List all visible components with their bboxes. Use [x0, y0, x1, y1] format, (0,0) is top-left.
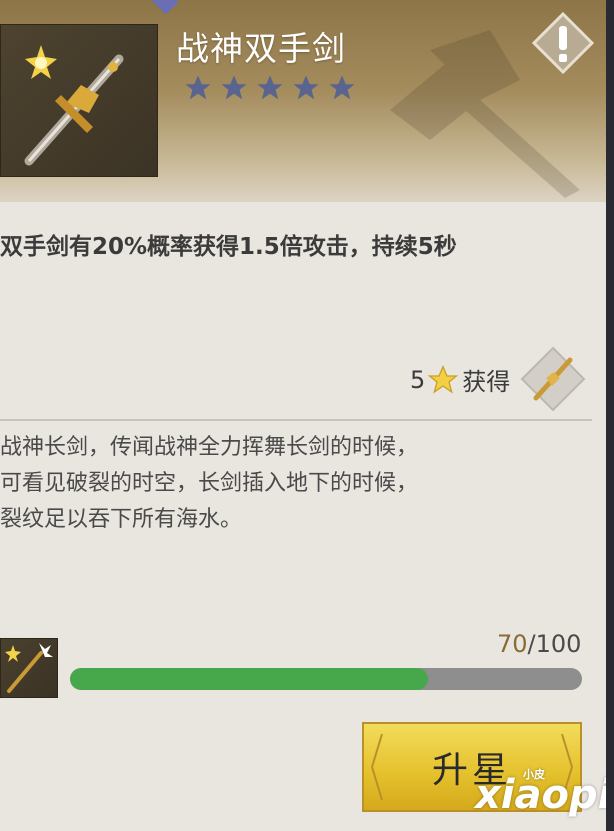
obtain-requirement: 5 获得 [410, 362, 510, 397]
obtain-label: 获得 [462, 368, 511, 396]
lore-line: 战神长剑，传闻战神全力挥舞长剑的时候， [0, 435, 419, 460]
rarity-stars [183, 73, 357, 103]
star-icon [185, 75, 211, 100]
sword-portrait-icon [24, 45, 124, 166]
section-divider [0, 419, 592, 421]
star-icon [221, 75, 247, 100]
button-decoration [370, 733, 383, 801]
site-watermark: xiaopi 小皮 [475, 768, 611, 818]
item-header: 战神双手剑 [0, 0, 606, 202]
progress-current: 70 [497, 630, 528, 658]
right-edge-strip [606, 0, 614, 831]
star-icon [257, 75, 283, 100]
alert-icon[interactable] [532, 12, 594, 74]
progress-readout: 70/100 [497, 630, 581, 658]
progress-separator: / [527, 630, 536, 658]
star-icon [293, 75, 319, 100]
item-effect: 双手剑有20%概率获得1.5倍攻击，持续5秒 [0, 234, 457, 260]
item-lore: 战神长剑，传闻战神全力挥舞长剑的时候， 可看见破裂的时空，长剑插入地下的时候， … [0, 430, 418, 538]
obtain-count: 5 [410, 365, 426, 394]
item-portrait [0, 24, 158, 177]
progress-bar [70, 668, 582, 690]
progress-max: 100 [535, 630, 582, 658]
sword-thumbnail-icon[interactable] [520, 346, 586, 412]
progress-bar-fill [70, 668, 429, 690]
lore-line: 裂纹足以吞下所有海水。 [0, 507, 243, 532]
item-detail-panel: 战神双手剑 双手剑有20%概率获得1.5倍攻击，持续5秒 5 获得 战神长剑，传… [0, 0, 611, 831]
lore-line: 可看见破裂的时空，长剑插入地下的时候， [0, 471, 419, 496]
item-title: 战神双手剑 [176, 29, 346, 68]
fragment-icon [0, 638, 58, 698]
star-icon [428, 364, 459, 394]
star-icon [329, 75, 355, 100]
top-tab-marker [147, 0, 179, 15]
watermark-small: 小皮 [523, 768, 545, 781]
